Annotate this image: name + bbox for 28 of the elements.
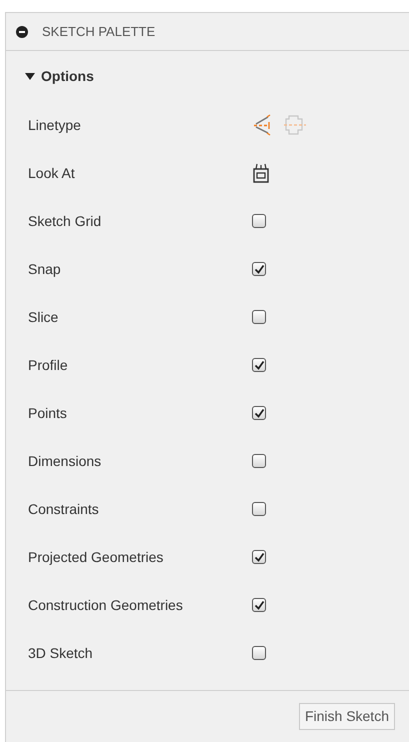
option-label: Construction Geometries — [28, 596, 184, 614]
checkbox[interactable] — [252, 550, 266, 564]
checkbox[interactable] — [252, 214, 266, 228]
checkbox[interactable] — [252, 406, 266, 420]
option-label: Sketch Grid — [28, 212, 102, 230]
checkbox[interactable] — [252, 646, 266, 660]
checkbox[interactable] — [252, 454, 266, 468]
option-label: Projected Geometries — [28, 548, 164, 567]
finish-sketch-button[interactable]: Finish Sketch — [298, 703, 395, 730]
look-at-icon[interactable] — [252, 163, 270, 183]
option-label: Linetype — [28, 116, 82, 135]
checkbox[interactable] — [252, 310, 266, 324]
option-label: Constraints — [28, 500, 100, 518]
expand-triangle-icon[interactable] — [25, 71, 35, 81]
checkbox[interactable] — [252, 598, 266, 612]
palette-title: SKETCH PALETTE — [42, 22, 156, 41]
option-label: Snap — [28, 260, 62, 279]
checkbox[interactable] — [252, 358, 266, 372]
option-label: Profile — [28, 356, 69, 374]
collapse-icon[interactable] — [16, 26, 28, 38]
option-label: Look At — [28, 164, 76, 182]
option-label: Slice — [28, 308, 60, 326]
option-label: 3D Sketch — [28, 644, 94, 662]
checkbox[interactable] — [252, 262, 266, 276]
section-title[interactable]: Options — [41, 66, 94, 86]
checkbox[interactable] — [252, 502, 266, 516]
option-label: Points — [28, 404, 68, 422]
option-label: Dimensions — [28, 452, 102, 470]
